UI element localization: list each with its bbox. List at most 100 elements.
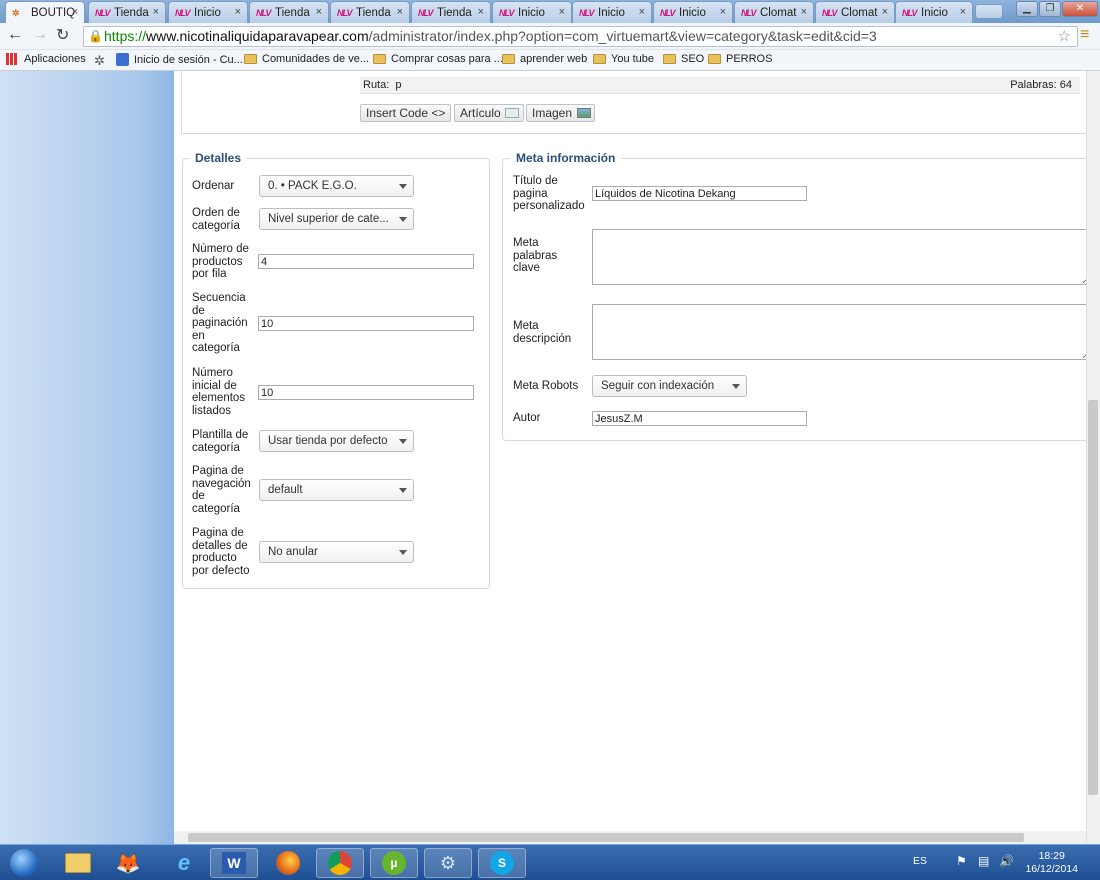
productos-fila-input[interactable] — [258, 254, 474, 269]
titulo-input[interactable] — [592, 186, 807, 201]
chevron-down-icon — [399, 550, 407, 555]
robots-select[interactable]: Seguir con indexación — [592, 375, 747, 397]
new-tab-button[interactable] — [975, 4, 1003, 18]
gimp-icon[interactable]: 🦊 — [104, 848, 152, 878]
tab-clomat-1[interactable]: NLV Clomat × — [734, 1, 814, 23]
tab-inicio-1[interactable]: NLV Inicio × — [168, 1, 248, 23]
imagen-label: Imagen — [532, 106, 573, 120]
close-icon[interactable]: × — [720, 6, 726, 18]
descripcion-label: Meta descripción — [513, 320, 572, 345]
tab-inicio-3[interactable]: NLV Inicio × — [572, 1, 652, 23]
folder-icon — [593, 54, 606, 64]
orden-categoria-label: Orden de categoría — [192, 207, 240, 232]
ordenar-select[interactable]: 0. • PACK E.G.O. — [259, 175, 414, 197]
keywords-textarea[interactable] — [592, 229, 1086, 285]
bookmark-aplicaciones[interactable]: Aplicaciones — [6, 53, 86, 65]
minimize-button[interactable]: ▁ — [1016, 1, 1038, 17]
close-icon[interactable]: × — [639, 6, 645, 18]
tab-label: Inicio — [679, 6, 706, 19]
close-icon[interactable]: × — [960, 6, 966, 18]
bookmark-youtube[interactable]: You tube — [593, 53, 654, 65]
favicon-icon — [116, 53, 129, 66]
chevron-down-icon — [732, 384, 740, 389]
maximize-button[interactable]: ❐ — [1039, 1, 1061, 17]
secuencia-input[interactable] — [258, 316, 474, 331]
tab-inicio-4[interactable]: NLV Inicio × — [653, 1, 733, 23]
site-favicon-icon: NLV — [822, 7, 838, 18]
utorrent-icon[interactable]: µ — [370, 848, 418, 878]
bookmark-comunidades[interactable]: Comunidades de ve... — [244, 53, 369, 65]
close-icon[interactable]: × — [72, 6, 78, 18]
tab-clomat-2[interactable]: NLV Clomat × — [815, 1, 895, 23]
word-count: Palabras: 64 — [1010, 79, 1072, 91]
insert-code-button[interactable]: Insert Code <> — [360, 104, 452, 122]
autor-input[interactable] — [592, 411, 807, 426]
close-icon[interactable]: × — [316, 6, 322, 18]
plantilla-select[interactable]: Usar tienda por defecto — [259, 430, 414, 452]
tab-label: Clomat — [841, 6, 878, 19]
articulo-button[interactable]: Artículo — [454, 104, 524, 122]
close-icon[interactable]: × — [882, 6, 888, 18]
numero-inicial-input[interactable] — [258, 385, 474, 400]
star-icon[interactable]: ☆ — [1058, 27, 1071, 46]
close-icon[interactable]: × — [478, 6, 484, 18]
word-icon[interactable]: W — [210, 848, 258, 878]
tab-boutiq[interactable]: ✲ BOUTIQ × — [5, 1, 85, 23]
language-indicator[interactable]: ES — [913, 855, 927, 867]
flag-icon[interactable]: ⚑ — [956, 854, 967, 868]
joomla-icon: ✲ — [12, 7, 20, 18]
close-icon[interactable]: × — [397, 6, 403, 18]
descripcion-textarea[interactable] — [592, 304, 1086, 360]
volume-icon[interactable]: 🔊 — [999, 854, 1014, 868]
back-arrow-icon[interactable]: ← — [7, 26, 23, 44]
bookmark-comprar[interactable]: Comprar cosas para ... — [373, 53, 503, 65]
network-icon[interactable]: ▤ — [978, 854, 989, 868]
bookmark-gear[interactable]: ✲ — [94, 53, 105, 69]
tab-tienda-4[interactable]: NLV Tienda × — [411, 1, 491, 23]
close-icon[interactable]: × — [801, 6, 807, 18]
folder-icon — [708, 54, 721, 64]
explorer-folder-icon[interactable] — [54, 848, 102, 878]
folder-icon — [373, 54, 386, 64]
site-favicon-icon: NLV — [741, 7, 757, 18]
address-bar[interactable]: 🔒 https://www.nicotinaliquidaparavapear.… — [83, 26, 1078, 47]
tab-tienda-1[interactable]: NLV Tienda × — [88, 1, 166, 23]
horizontal-scroll-thumb[interactable] — [188, 833, 1024, 842]
pagina-detalles-select[interactable]: No anular — [259, 541, 414, 563]
chrome-icon[interactable] — [316, 848, 364, 878]
menu-icon[interactable]: ≡ — [1080, 26, 1089, 44]
forward-arrow-icon[interactable]: → — [32, 26, 48, 44]
taskbar-clock[interactable]: 18:29 16/12/2014 — [1025, 850, 1078, 876]
clock-date: 16/12/2014 — [1025, 863, 1078, 875]
tab-tienda-3[interactable]: NLV Tienda × — [330, 1, 410, 23]
skype-icon[interactable]: S — [478, 848, 526, 878]
imagen-button[interactable]: Imagen — [526, 104, 596, 122]
bookmark-seo[interactable]: SEO — [663, 53, 704, 65]
close-icon[interactable]: × — [559, 6, 565, 18]
firefox-icon[interactable] — [264, 848, 312, 878]
editor-statusbar: Ruta: p Palabras: 64 — [360, 77, 1080, 94]
close-icon[interactable]: × — [153, 6, 159, 18]
pagina-nav-select[interactable]: default — [259, 479, 414, 501]
folder-icon — [502, 54, 515, 64]
tab-inicio-2[interactable]: NLV Inicio × — [492, 1, 572, 23]
network-app-icon[interactable]: ⚙ — [424, 848, 472, 878]
bookmark-label: Aplicaciones — [24, 53, 86, 65]
bookmark-aprender-web[interactable]: aprender web — [502, 53, 587, 65]
close-icon[interactable]: × — [235, 6, 241, 18]
start-orb-icon[interactable] — [2, 848, 46, 878]
orden-categoria-select[interactable]: Nivel superior de cate... — [259, 208, 414, 230]
vertical-scroll-thumb[interactable] — [1088, 400, 1098, 795]
orden-categoria-select-value: Nivel superior de cate... — [268, 213, 389, 225]
pagina-nav-select-value: default — [268, 484, 303, 496]
tab-inicio-5[interactable]: NLV Inicio × — [895, 1, 973, 23]
site-favicon-icon: NLV — [499, 7, 515, 18]
pagina-detalles-select-value: No anular — [268, 546, 318, 558]
reload-icon[interactable]: ↻ — [56, 25, 69, 45]
folder-icon — [663, 54, 676, 64]
bookmark-perros[interactable]: PERROS — [708, 53, 772, 65]
bookmark-inicio-sesion[interactable]: Inicio de sesión - Cu... — [116, 53, 243, 66]
window-close-button[interactable]: ✕ — [1062, 1, 1098, 17]
tab-tienda-2[interactable]: NLV Tienda × — [249, 1, 329, 23]
ie-icon[interactable]: e — [160, 848, 208, 878]
